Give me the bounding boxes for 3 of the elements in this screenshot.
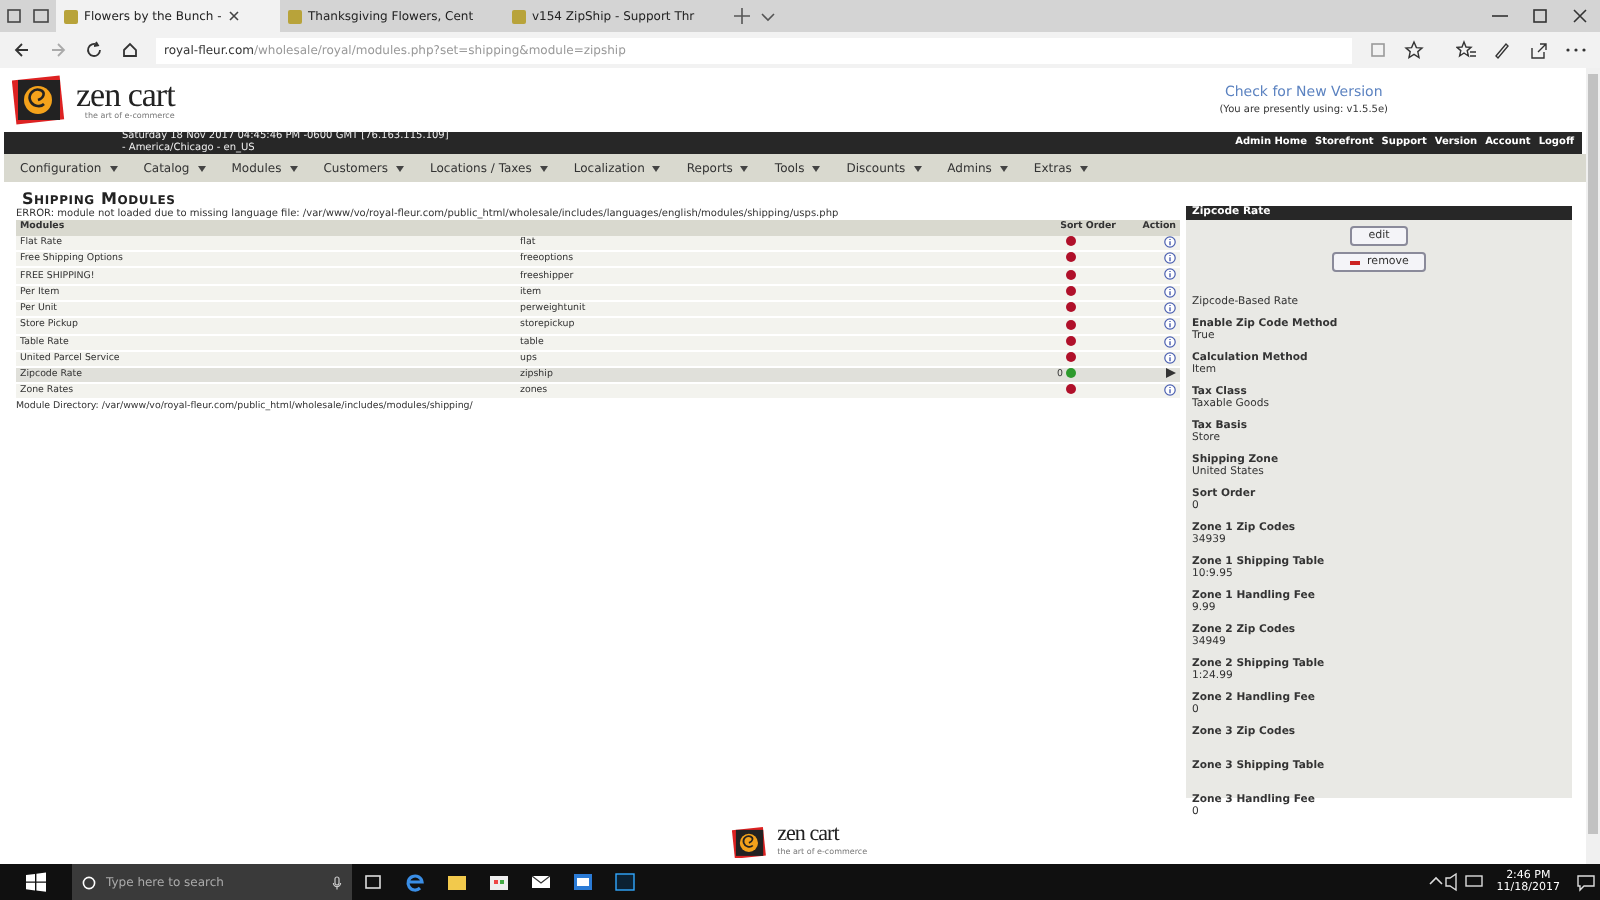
page-title: Shipping Modules — [20, 190, 178, 208]
logo-name: zen cart — [777, 826, 842, 846]
logo-name: zen cart — [76, 79, 175, 109]
